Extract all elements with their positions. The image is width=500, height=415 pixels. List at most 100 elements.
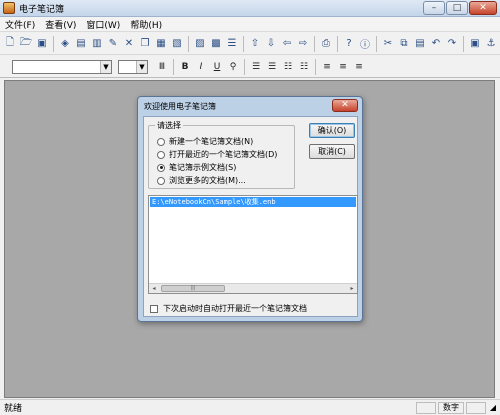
- open-folder-icon[interactable]: 🗁: [19, 36, 33, 52]
- radio-browse-more[interactable]: 浏览更多的文档(M)...: [157, 175, 246, 186]
- toolbar-separator: [337, 35, 338, 52]
- scroll-thumb[interactable]: |||: [161, 285, 225, 292]
- right-icon[interactable]: ⇨: [296, 36, 310, 52]
- auto-open-label: 下次启动时自动打开最近一个笔记簿文档: [163, 304, 307, 313]
- horizontal-scrollbar[interactable]: ◂ ||| ▸: [149, 283, 357, 293]
- radio-button[interactable]: [157, 163, 165, 172]
- file-listbox[interactable]: E:\eNotebookCn\Sample\收集.enb ◂ ||| ▸: [148, 195, 358, 294]
- auto-open-option[interactable]: 下次启动时自动打开最近一个笔记簿文档: [150, 303, 307, 314]
- main-toolbar: 🗋 🗁 ▣ ◈ ▤ ▥ ✎ ✕ ❐ ▦ ▧ ▨ ▩ ☰ ⇧ ⇩ ⇦ ⇨ ⎙ ? …: [0, 33, 500, 55]
- menu-file[interactable]: 文件(F): [0, 18, 40, 31]
- number-list-icon[interactable]: ☰: [265, 59, 279, 75]
- option-group: 请选择 新建一个笔记簿文档(N) 打开最近的一个笔记簿文档(D) 笔记簿示例文档…: [148, 120, 295, 189]
- auto-open-checkbox[interactable]: [150, 304, 158, 313]
- copy2-icon[interactable]: ⧉: [397, 36, 411, 52]
- radio-label: 笔记簿示例文档(S): [169, 163, 237, 172]
- anchor-icon[interactable]: ⚓: [484, 36, 498, 52]
- undo-icon[interactable]: ↶: [429, 36, 443, 52]
- menu-bar: 文件(F) 查看(V) 窗口(W) 帮助(H): [0, 17, 500, 32]
- maximize-button[interactable]: □: [446, 1, 468, 15]
- ok-button[interactable]: 确认(O): [309, 123, 355, 138]
- doc-icon[interactable]: ▦: [154, 36, 168, 52]
- outdent-icon[interactable]: ☷: [281, 59, 295, 75]
- import-icon[interactable]: ▨: [193, 36, 207, 52]
- font-size-combo[interactable]: ▼: [118, 59, 148, 74]
- radio-open-recent[interactable]: 打开最近的一个笔记簿文档(D): [157, 149, 277, 160]
- cut-icon[interactable]: ✂: [381, 36, 395, 52]
- app-icon: [3, 2, 15, 14]
- radio-new-notebook[interactable]: 新建一个笔记簿文档(N): [157, 136, 253, 147]
- chevron-down-icon: ▼: [100, 60, 111, 73]
- cancel-button[interactable]: 取消(C): [309, 144, 355, 159]
- doc2-icon[interactable]: ▧: [170, 36, 184, 52]
- menu-help[interactable]: 帮助(H): [125, 18, 167, 31]
- toolbar-separator: [463, 35, 464, 52]
- tag-icon[interactable]: ◈: [58, 36, 72, 52]
- radio-label: 新建一个笔记簿文档(N): [169, 137, 254, 146]
- new-doc-icon[interactable]: 🗋: [3, 36, 17, 52]
- left-icon[interactable]: ⇦: [280, 36, 294, 52]
- redo-icon[interactable]: ↷: [445, 36, 459, 52]
- menu-window[interactable]: 窗口(W): [81, 18, 125, 31]
- toolbar-separator: [244, 58, 245, 75]
- radio-button[interactable]: [157, 137, 165, 146]
- bullet-list-icon[interactable]: ☰: [249, 59, 263, 75]
- book-icon[interactable]: ▥: [90, 36, 104, 52]
- toolbar-separator: [376, 35, 377, 52]
- down-icon[interactable]: ⇩: [264, 36, 278, 52]
- status-pane-blank: [416, 401, 436, 414]
- toolbar-separator: [243, 35, 244, 52]
- radio-label: 打开最近的一个笔记簿文档(D): [169, 150, 278, 159]
- radio-label: 浏览更多的文档(M)...: [169, 176, 246, 185]
- paste-icon[interactable]: ▤: [413, 36, 427, 52]
- format-toolbar: ▼ ▼ Ⅲ B I U ⚲ ☰ ☰ ☷ ☷ ≡ ≡ ≡: [0, 56, 500, 78]
- dialog-body: 请选择 新建一个笔记簿文档(N) 打开最近的一个笔记簿文档(D) 笔记簿示例文档…: [143, 116, 358, 317]
- toolbar-separator: [315, 58, 316, 75]
- info-icon[interactable]: ⓘ: [358, 36, 372, 52]
- window-controls: – □ ✕: [423, 1, 497, 15]
- list-icon[interactable]: ☰: [225, 36, 239, 52]
- status-bar: 就绪 数字 ◢: [0, 399, 500, 415]
- help-icon[interactable]: ?: [342, 36, 356, 52]
- align-left-icon[interactable]: ≡: [320, 59, 334, 75]
- toolbar-separator: [173, 58, 174, 75]
- notebook-icon[interactable]: ▤: [74, 36, 88, 52]
- highlight-icon[interactable]: ⚲: [226, 59, 240, 75]
- italic-button[interactable]: I: [194, 59, 208, 75]
- image-icon[interactable]: ▣: [468, 36, 482, 52]
- bold-button[interactable]: B: [178, 59, 192, 75]
- indent-icon[interactable]: ☷: [297, 59, 311, 75]
- toolbar-separator: [314, 35, 315, 52]
- delete-icon[interactable]: ✕: [122, 36, 136, 52]
- align-center-icon[interactable]: ≡: [336, 59, 350, 75]
- status-text: 就绪: [4, 404, 23, 414]
- copy-icon[interactable]: ❐: [138, 36, 152, 52]
- menu-view[interactable]: 查看(V): [40, 18, 81, 31]
- scroll-right-icon[interactable]: ▸: [347, 284, 357, 293]
- minimize-button[interactable]: –: [423, 1, 445, 15]
- align-right-icon[interactable]: ≡: [352, 59, 366, 75]
- export-icon[interactable]: ▩: [209, 36, 223, 52]
- status-pane-num: 数字: [438, 401, 464, 414]
- save-icon[interactable]: ▣: [35, 36, 49, 52]
- dialog-close-button[interactable]: ✕: [332, 99, 358, 112]
- font-style-icon[interactable]: Ⅲ: [155, 59, 169, 75]
- title-bar: 电子笔记簿 – □ ✕: [0, 0, 500, 17]
- pen-icon[interactable]: ✎: [106, 36, 120, 52]
- chevron-down-icon: ▼: [136, 60, 147, 73]
- toolbar-separator: [53, 35, 54, 52]
- radio-button[interactable]: [157, 176, 165, 185]
- scroll-left-icon[interactable]: ◂: [149, 284, 159, 293]
- status-pane-blank: [466, 401, 486, 414]
- dialog-title: 欢迎使用电子笔记簿: [144, 102, 216, 111]
- list-item[interactable]: E:\eNotebookCn\Sample\收集.enb: [150, 197, 356, 207]
- resize-grip-icon[interactable]: ◢: [488, 402, 498, 414]
- font-name-combo[interactable]: ▼: [12, 59, 112, 74]
- underline-button[interactable]: U: [210, 59, 224, 75]
- close-button[interactable]: ✕: [469, 1, 497, 15]
- up-icon[interactable]: ⇧: [248, 36, 262, 52]
- radio-sample-doc[interactable]: 笔记簿示例文档(S): [157, 162, 236, 173]
- radio-button[interactable]: [157, 150, 165, 159]
- group-label: 请选择: [155, 120, 183, 131]
- print-icon[interactable]: ⎙: [319, 36, 333, 52]
